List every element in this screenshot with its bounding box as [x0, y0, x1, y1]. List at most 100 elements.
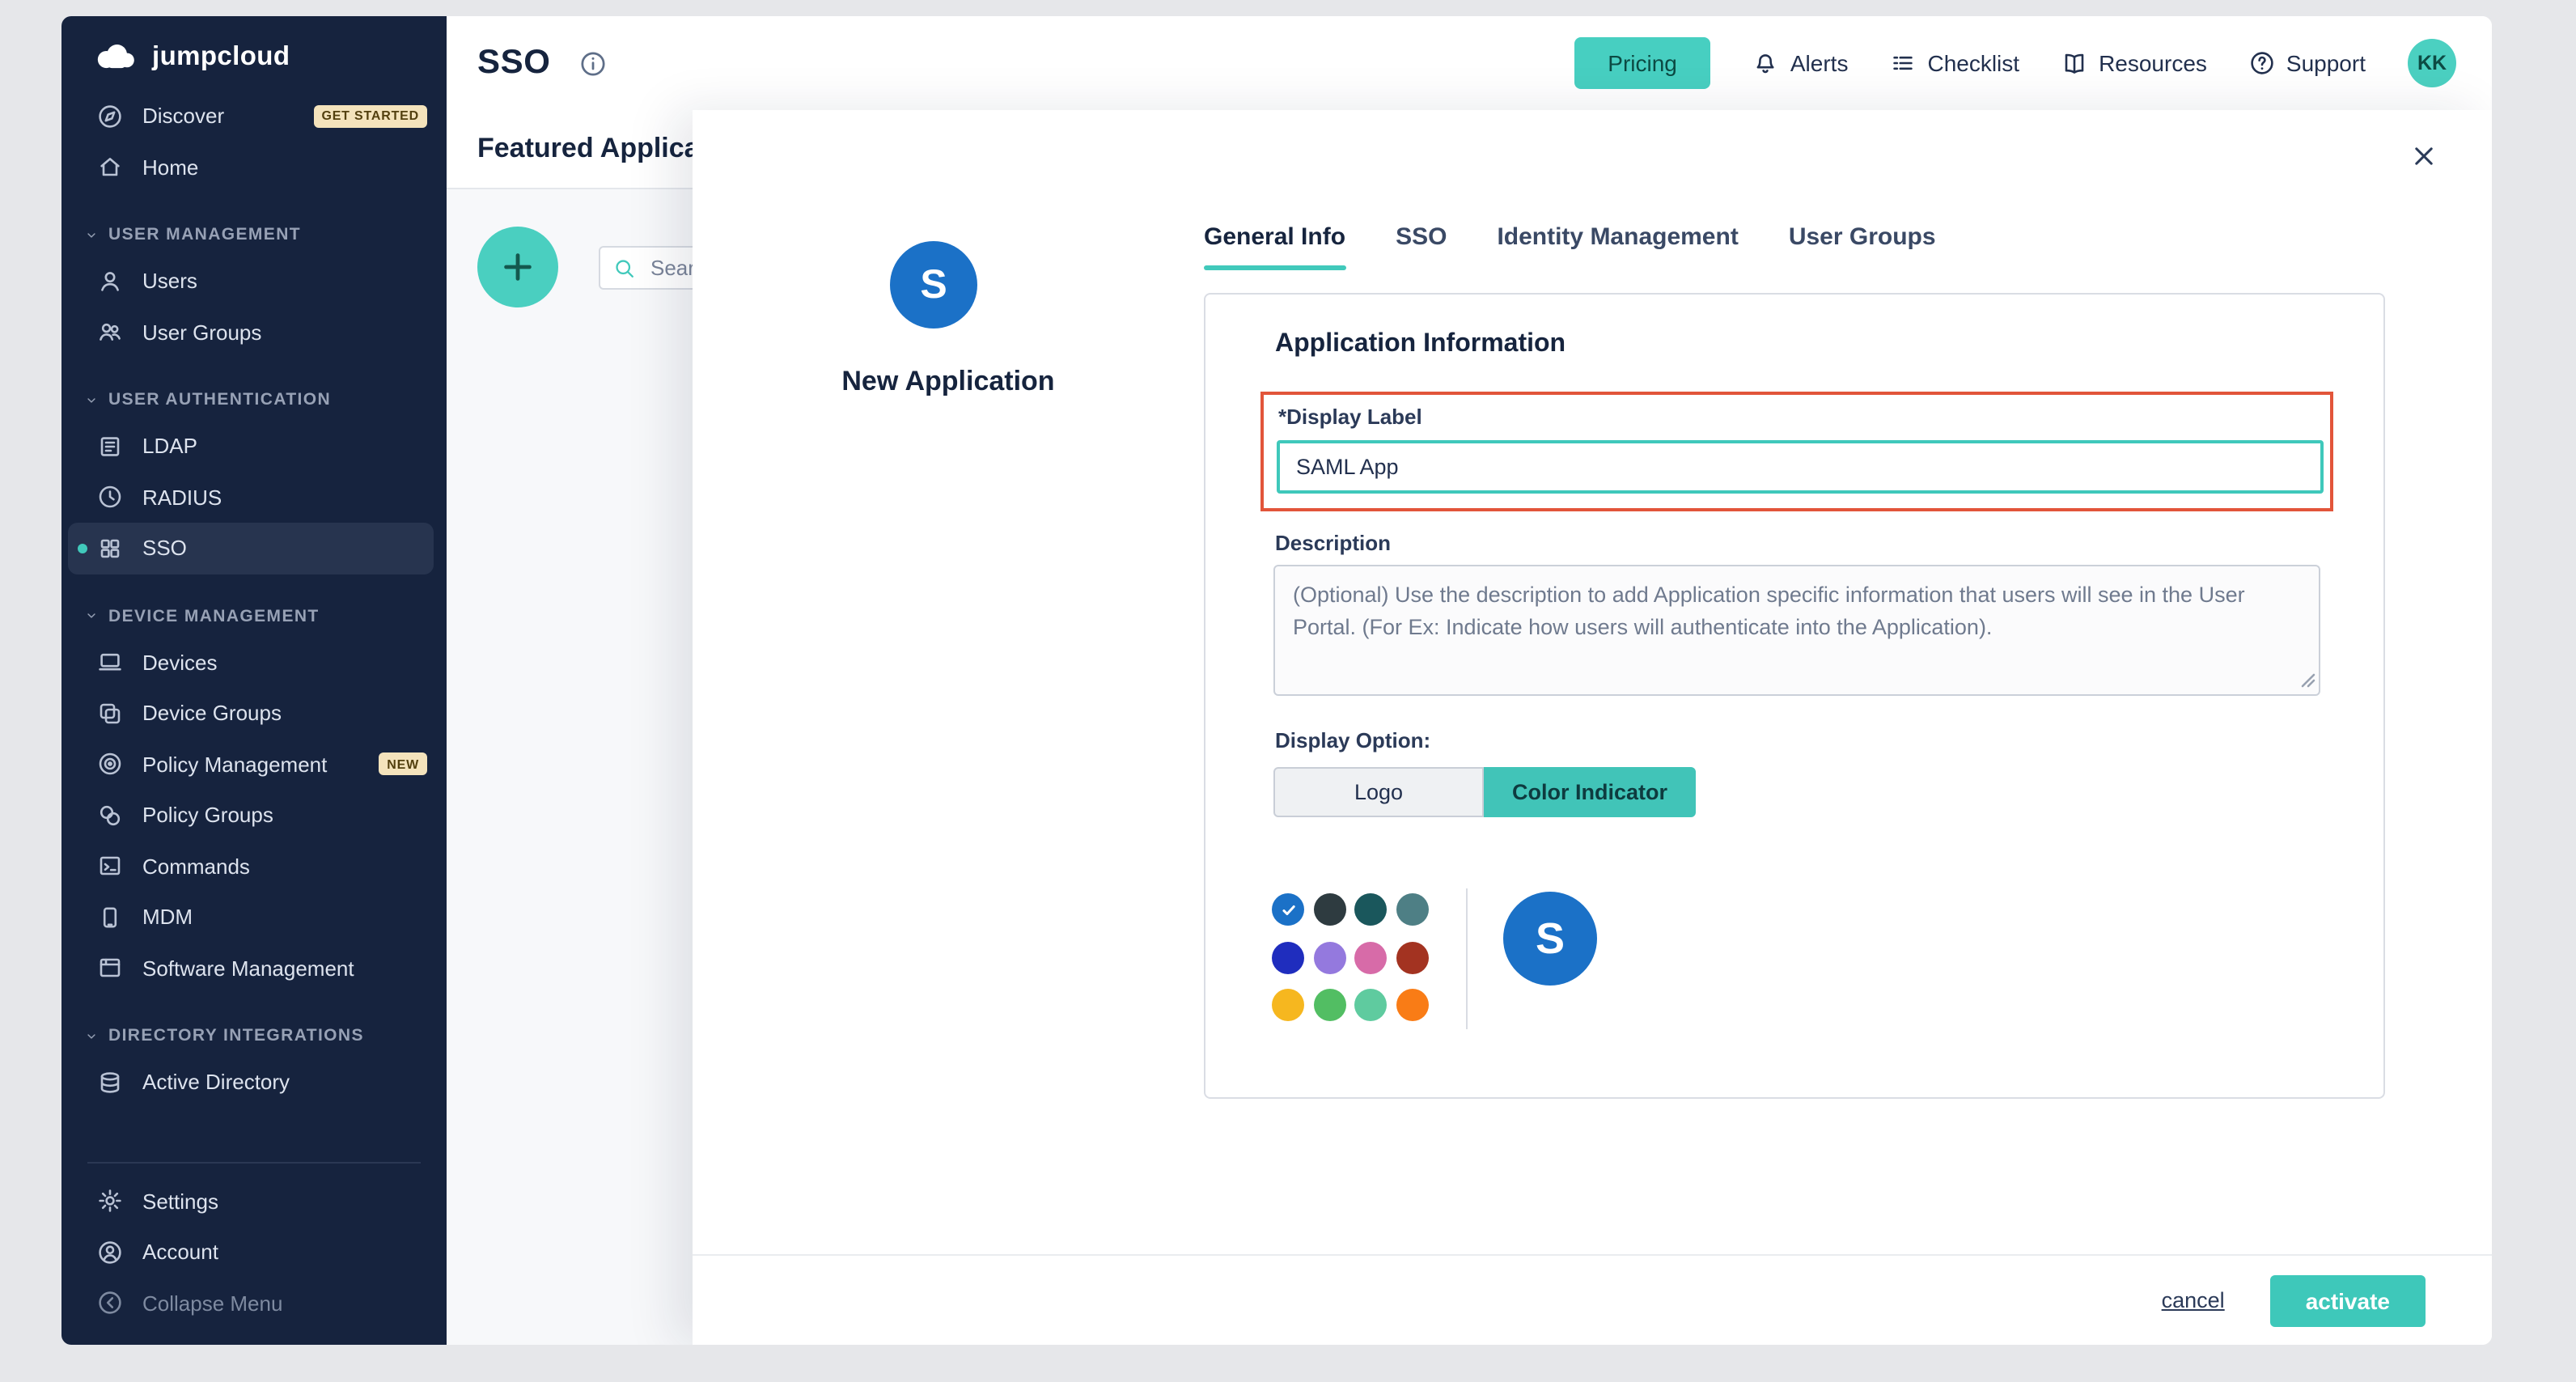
tab-general-info[interactable]: General Info [1204, 223, 1345, 270]
sidebar-item-label: Collapse Menu [142, 1291, 282, 1316]
chevron-down-icon [84, 227, 99, 242]
color-swatch-4[interactable] [1272, 941, 1304, 973]
color-swatch-1[interactable] [1313, 893, 1345, 926]
sidebar-sections: USER MANAGEMENT UsersUser Groups USER AUTH… [61, 193, 447, 1108]
sidebar-item-ldap[interactable]: LDAP [61, 421, 447, 472]
policy-management-icon [97, 752, 123, 778]
color-swatch-5[interactable] [1313, 941, 1345, 973]
devices-icon [97, 650, 123, 676]
sidebar-item-policy-management[interactable]: Policy ManagementNEW [61, 739, 447, 790]
color-swatch-6[interactable] [1354, 941, 1387, 973]
plus-icon [498, 248, 537, 286]
sidebar-item-active-directory[interactable]: Active Directory [61, 1057, 447, 1108]
tab-user-groups[interactable]: User Groups [1789, 223, 1936, 270]
new-application-panel: S New Application General InfoSSOIdentit… [693, 110, 2492, 1345]
sidebar-item-label: Commands [142, 854, 250, 879]
sidebar-section-user-management[interactable]: USER MANAGEMENT [61, 214, 447, 256]
sidebar-item-label: Active Directory [142, 1070, 290, 1095]
sidebar-item-policy-groups[interactable]: Policy Groups [61, 790, 447, 841]
top-header: SSO Pricing AlertsChecklistResourcesSupp… [447, 16, 2492, 110]
header-nav-label: Support [2286, 50, 2366, 76]
sidebar-item-label: SSO [142, 536, 187, 561]
color-swatch-0[interactable] [1272, 893, 1304, 926]
sidebar-item-sso[interactable]: SSO [68, 523, 434, 574]
sidebar-section-label: DEVICE MANAGEMENT [108, 606, 320, 625]
color-swatch-8[interactable] [1272, 989, 1304, 1021]
display-label-highlight: *Display Label [1260, 392, 2333, 511]
sidebar-item-label: Software Management [142, 956, 354, 981]
sidebar-item-discover[interactable]: DiscoverGET STARTED [61, 91, 447, 142]
color-swatch-9[interactable] [1313, 989, 1345, 1021]
display-option-toggle: Logo Color Indicator [1273, 767, 1696, 817]
header-nav-alerts[interactable]: Alerts [1753, 50, 1849, 76]
header-nav-checklist[interactable]: Checklist [1890, 50, 2019, 76]
add-application-button[interactable] [477, 227, 558, 307]
bell-icon [1753, 50, 1779, 76]
description-field [1273, 565, 2320, 696]
color-swatch-grid [1272, 893, 1428, 1021]
modal-footer: cancel activate [693, 1254, 2492, 1345]
sidebar-item-home[interactable]: Home [61, 142, 447, 193]
modal-tabs: General Info SSO Identity Management User G… [1204, 223, 1936, 270]
avatar[interactable]: KK [2408, 39, 2456, 87]
cancel-link[interactable]: cancel [2162, 1288, 2225, 1312]
sidebar-item-commands[interactable]: Commands [61, 841, 447, 892]
cloud-icon [91, 40, 139, 73]
sidebar-item-radius[interactable]: RADIUS [61, 472, 447, 523]
description-textarea[interactable] [1273, 565, 2320, 696]
sidebar-item-devices[interactable]: Devices [61, 637, 447, 688]
checklist-icon [1890, 50, 1916, 76]
users-icon [97, 269, 123, 295]
account-icon [97, 1240, 123, 1265]
sidebar-item-label: RADIUS [142, 485, 222, 510]
commands-icon [97, 854, 123, 880]
description-label: Description [1275, 531, 1391, 555]
user-groups-icon [97, 320, 123, 346]
sidebar-item-label: Account [142, 1240, 218, 1265]
color-indicator-option-button[interactable]: Color Indicator [1484, 767, 1696, 817]
tab-identity-management[interactable]: Identity Management [1497, 223, 1738, 270]
header-nav-resources[interactable]: Resources [2061, 50, 2207, 76]
app-name: New Application [693, 366, 1204, 398]
sidebar-item-mdm[interactable]: MDM [61, 892, 447, 943]
sidebar-item-users[interactable]: Users [61, 256, 447, 307]
page: jumpcloud DiscoverGET STARTED Home USER M… [0, 0, 2576, 1382]
active-directory-icon [97, 1070, 123, 1096]
info-icon[interactable] [580, 49, 608, 77]
color-swatch-11[interactable] [1396, 989, 1428, 1021]
color-swatch-10[interactable] [1354, 989, 1387, 1021]
sidebar-item-badge: GET STARTED [313, 105, 427, 128]
device-groups-icon [97, 701, 123, 727]
radius-icon [97, 485, 123, 511]
sidebar-section-user-authentication[interactable]: USER AUTHENTICATION [61, 379, 447, 421]
sidebar: jumpcloud DiscoverGET STARTED Home USER M… [61, 16, 447, 1345]
sidebar-item-account[interactable]: Account [61, 1227, 447, 1278]
sidebar-item-user-groups[interactable]: User Groups [61, 307, 447, 358]
sidebar-section-directory-integrations[interactable]: DIRECTORY INTEGRATIONS [61, 1015, 447, 1057]
color-swatch-3[interactable] [1396, 893, 1428, 926]
sidebar-item-collapse-menu[interactable]: Collapse Menu [61, 1278, 447, 1329]
discover-icon [97, 104, 123, 129]
logo-option-button[interactable]: Logo [1273, 767, 1484, 817]
support-icon [2249, 50, 2275, 76]
application-information-card: Application Information *Display Label D… [1204, 293, 2385, 1099]
sidebar-item-device-groups[interactable]: Device Groups [61, 688, 447, 739]
sidebar-item-software-management[interactable]: Software Management [61, 943, 447, 994]
sidebar-item-settings[interactable]: Settings [61, 1176, 447, 1227]
sidebar-item-label: Home [142, 155, 198, 180]
close-icon[interactable] [2401, 133, 2447, 178]
pricing-button[interactable]: Pricing [1574, 37, 1711, 89]
sidebar-section-device-management[interactable]: DEVICE MANAGEMENT [61, 595, 447, 637]
sidebar-item-label: LDAP [142, 435, 197, 459]
brand-logo[interactable]: jumpcloud [61, 16, 447, 91]
sidebar-section-label: USER AUTHENTICATION [108, 390, 331, 409]
tab-sso[interactable]: SSO [1396, 223, 1447, 270]
sidebar-spacer [61, 1108, 447, 1148]
color-swatch-2[interactable] [1354, 893, 1387, 926]
sidebar-section-label: USER MANAGEMENT [108, 225, 301, 244]
color-swatch-7[interactable] [1396, 941, 1428, 973]
activate-button[interactable]: activate [2270, 1274, 2426, 1326]
policy-groups-icon [97, 803, 123, 829]
display-label-input[interactable] [1277, 440, 2324, 494]
header-nav-support[interactable]: Support [2249, 50, 2366, 76]
